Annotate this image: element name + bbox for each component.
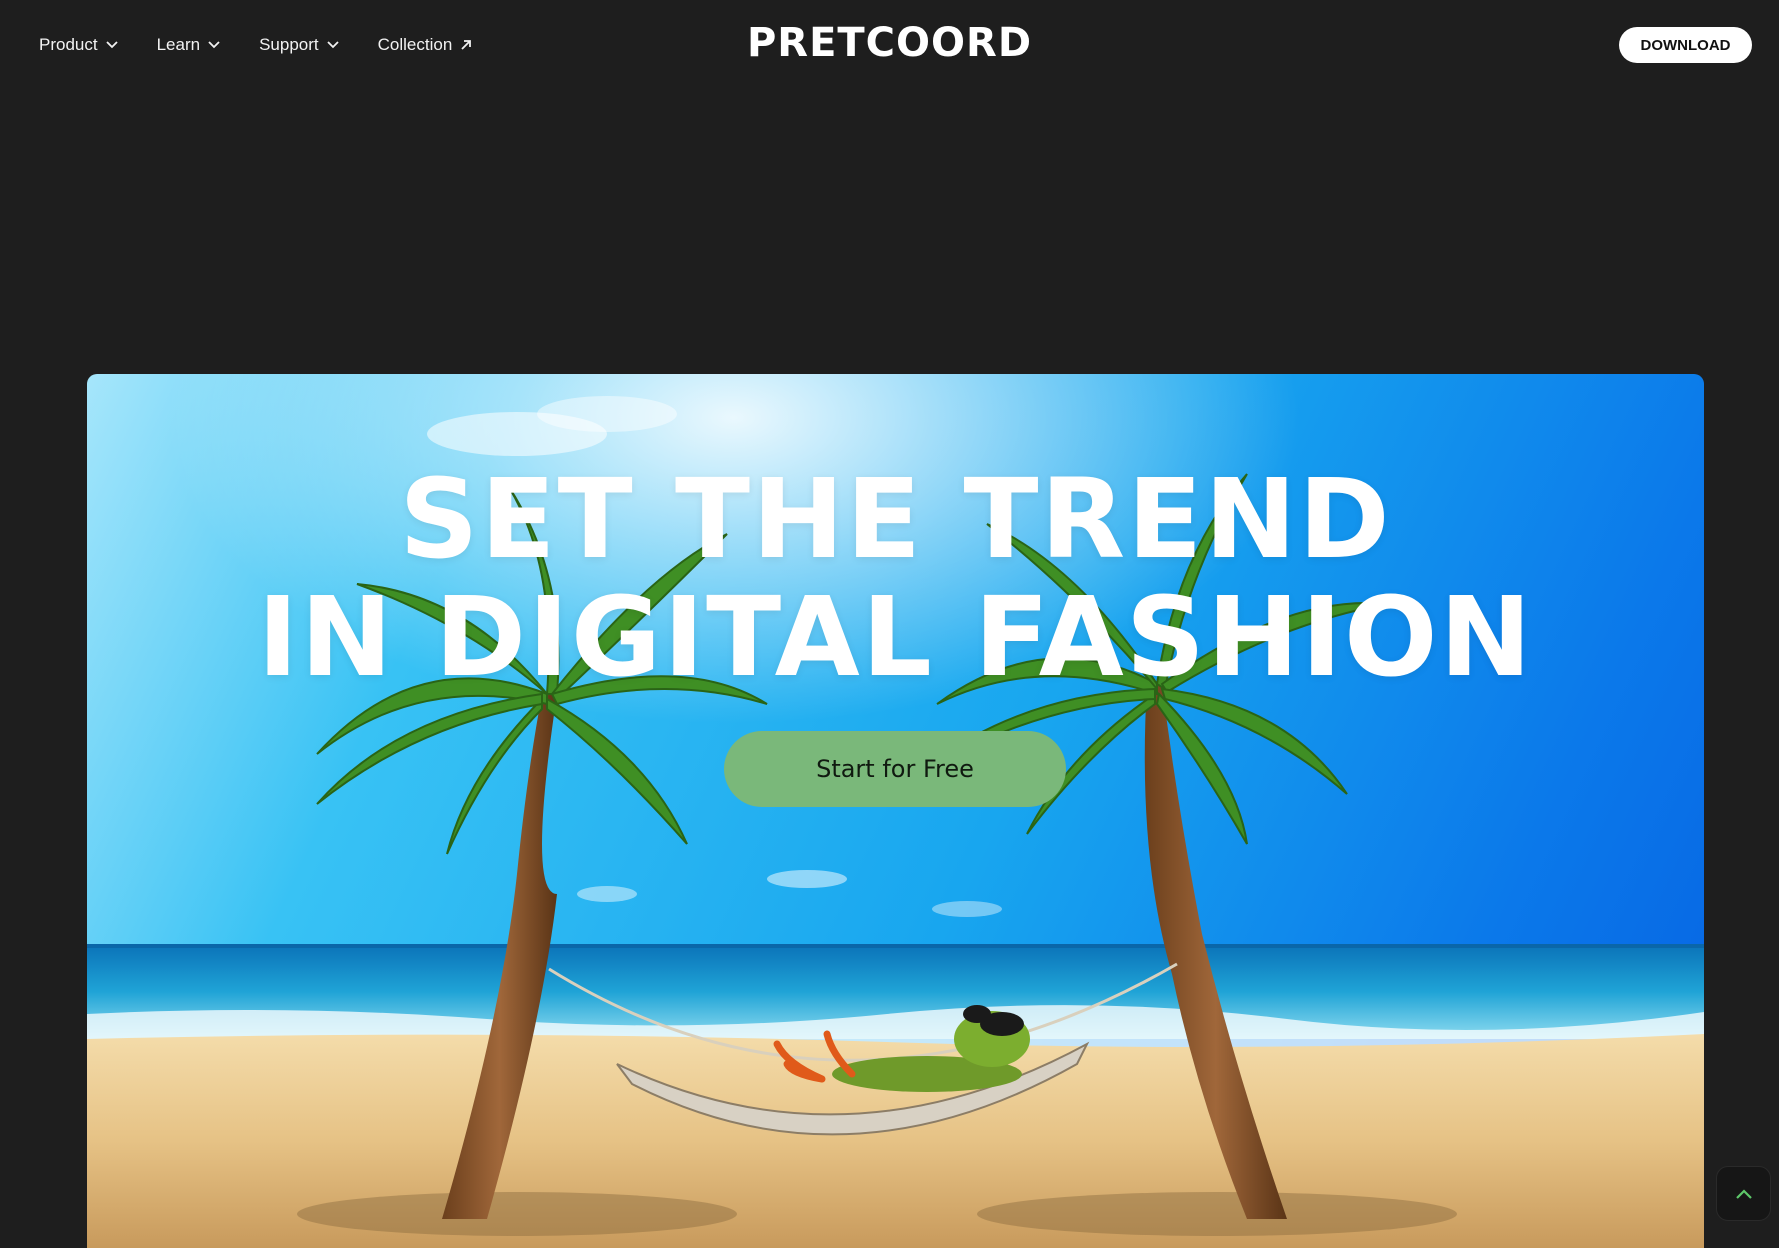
arrow-up-right-icon <box>461 40 472 50</box>
hero-headline: SET THE TREND IN DIGITAL FASHION <box>87 460 1704 696</box>
hero-headline-line-1: SET THE TREND <box>399 455 1392 583</box>
nav-item-label: Learn <box>156 35 201 54</box>
nav-item-collection[interactable]: Collection <box>378 35 474 55</box>
nav-item-label: Collection <box>377 35 453 54</box>
chevron-down-icon <box>326 41 339 49</box>
site-header: Product Learn Support Collection PRETCOO… <box>0 0 1779 90</box>
chevron-down-icon <box>105 41 118 49</box>
nav-item-label: Product <box>39 35 98 54</box>
scroll-to-top-button[interactable] <box>1716 1166 1771 1221</box>
brand-logo[interactable]: PRETCOORD <box>747 20 1032 66</box>
download-button[interactable]: DOWNLOAD <box>1619 27 1752 63</box>
nav-item-label: Support <box>259 35 319 54</box>
nav-item-learn[interactable]: Learn <box>157 35 221 55</box>
start-for-free-button[interactable]: Start for Free <box>724 731 1066 807</box>
nav-item-support[interactable]: Support <box>259 35 340 55</box>
nav-item-product[interactable]: Product <box>39 35 119 55</box>
main-nav: Product Learn Support Collection <box>39 32 473 58</box>
chevron-down-icon <box>208 41 220 49</box>
chevron-up-icon <box>1735 1188 1752 1199</box>
hero-banner: SET THE TREND IN DIGITAL FASHION Start f… <box>87 374 1704 1248</box>
hero-headline-line-2: IN DIGITAL FASHION <box>257 573 1534 701</box>
